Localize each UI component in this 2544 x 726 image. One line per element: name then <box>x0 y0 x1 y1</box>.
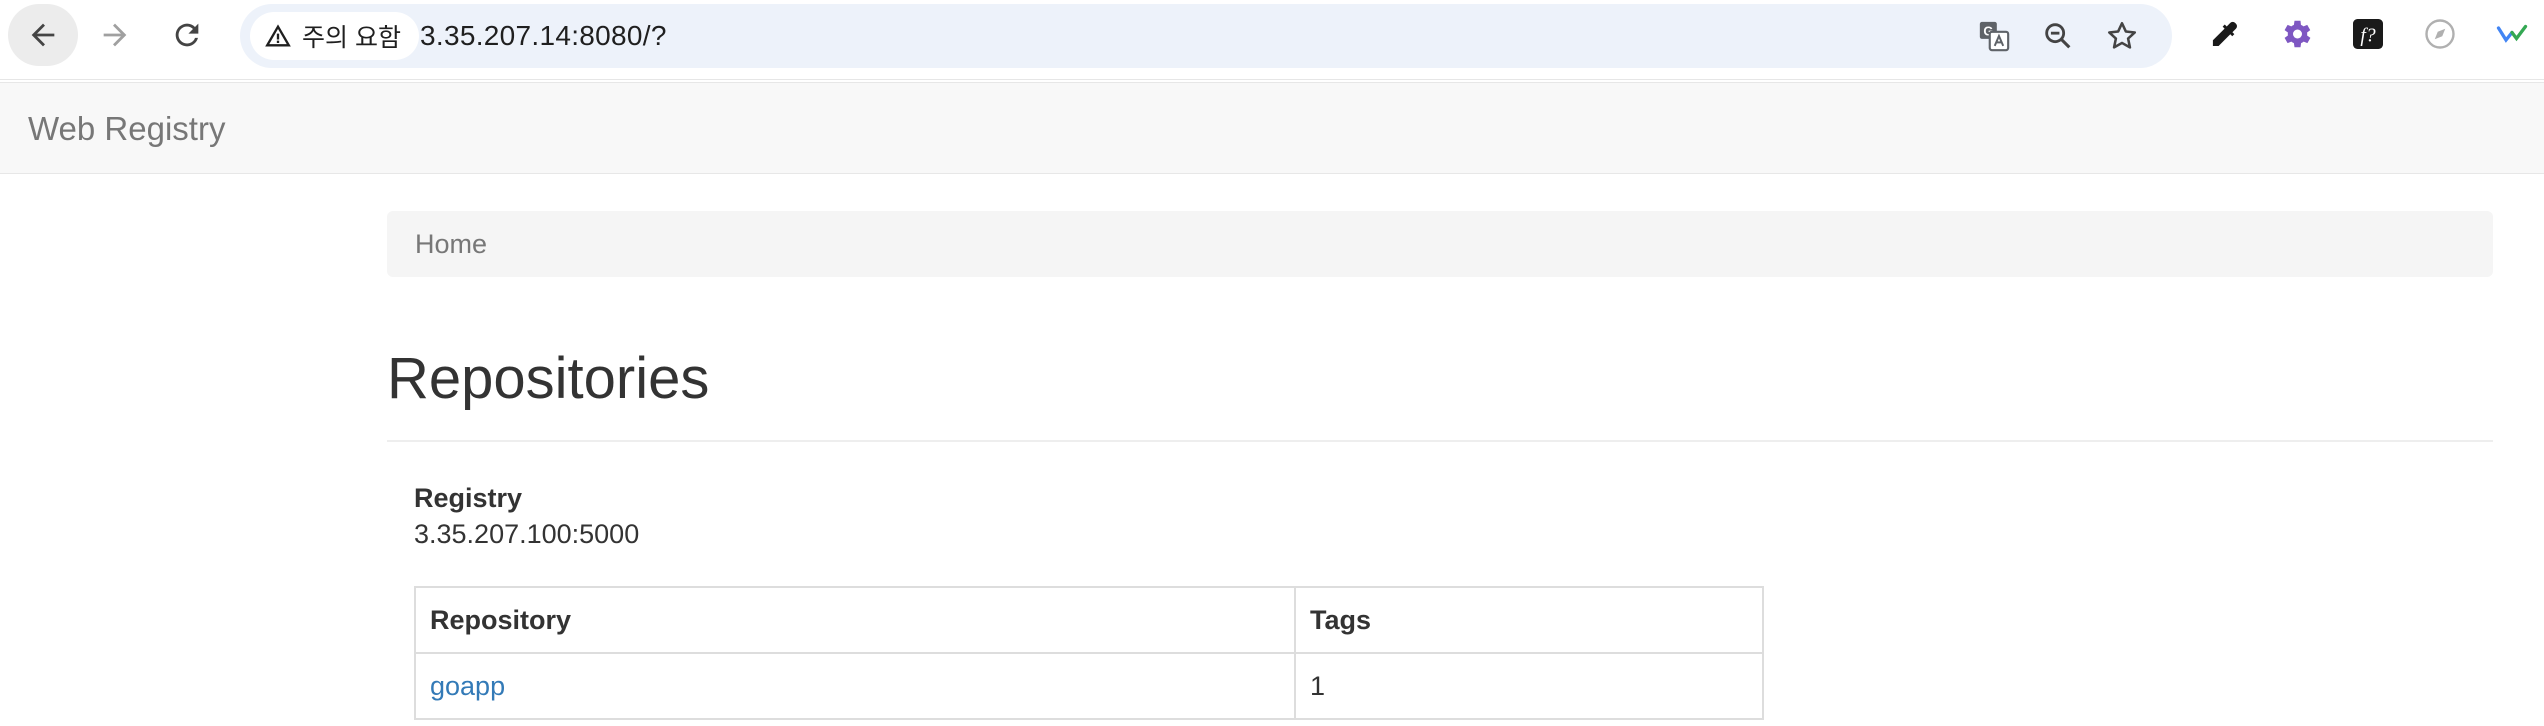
table-row: goapp 1 <box>414 652 1764 720</box>
arrow-left-icon <box>31 23 55 47</box>
translate-icon[interactable]: G <box>1974 16 2014 56</box>
eyedropper-icon[interactable] <box>2204 14 2244 54</box>
security-indicator[interactable]: 주의 요함 <box>250 12 419 60</box>
warning-triangle-icon <box>265 24 291 47</box>
arrow-right-icon <box>103 23 127 47</box>
column-header-repository: Repository <box>414 586 1296 654</box>
title-divider <box>387 440 2493 442</box>
registry-value: 3.35.207.100:5000 <box>414 519 640 549</box>
checkmark-icon[interactable] <box>2492 14 2532 54</box>
reload-icon <box>175 23 199 47</box>
brand-link[interactable]: Web Registry <box>28 83 225 175</box>
repositories-table: Repository Tags goapp 1 <box>414 586 1764 720</box>
browser-toolbar: 주의 요함 3.35.207.14:8080/? G f? <box>0 0 2544 80</box>
address-bar[interactable]: 주의 요함 3.35.207.14:8080/? G <box>240 4 2172 68</box>
breadcrumb-item-home: Home <box>415 229 488 259</box>
zoom-out-icon[interactable] <box>2038 16 2078 56</box>
breadcrumb: Home <box>387 211 2493 277</box>
svg-text:f?: f? <box>2360 26 2375 47</box>
forward-button[interactable] <box>80 4 150 66</box>
back-button[interactable] <box>8 4 78 66</box>
table-header-row: Repository Tags <box>414 586 1764 654</box>
compass-icon[interactable] <box>2420 14 2460 54</box>
url-text[interactable]: 3.35.207.14:8080/? <box>420 4 667 68</box>
reload-button[interactable] <box>152 4 222 66</box>
gear-icon[interactable] <box>2276 14 2316 54</box>
tags-cell: 1 <box>1294 652 1764 720</box>
column-header-tags: Tags <box>1294 586 1764 654</box>
repository-cell: goapp <box>414 652 1296 720</box>
bookmark-star-icon[interactable] <box>2102 16 2142 56</box>
page-title: Repositories <box>387 346 710 411</box>
formula-icon[interactable]: f? <box>2348 14 2388 54</box>
registry-label: Registry <box>414 483 523 513</box>
security-label: 주의 요함 <box>302 24 401 52</box>
repository-link[interactable]: goapp <box>430 671 505 701</box>
navbar: Web Registry <box>0 82 2544 174</box>
